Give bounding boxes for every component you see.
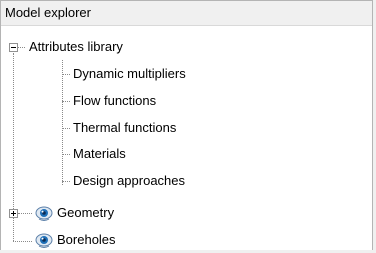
tree-connector [62,128,70,129]
tree-child-line [62,60,63,185]
tree-connector [62,101,70,102]
expand-geometry-toggle[interactable] [9,209,18,218]
visibility-eye-icon[interactable] [35,233,53,249]
tree-item-materials[interactable]: Materials [73,141,126,167]
tree-item-dynamic-multipliers[interactable]: Dynamic multipliers [73,61,186,87]
model-explorer-panel: Model explorer Attributes library Dynami… [0,0,373,250]
tree-item-geometry[interactable]: Geometry [57,200,114,226]
tree-connector [18,213,32,214]
tree-item-boreholes[interactable]: Boreholes [57,227,116,253]
visibility-eye-icon[interactable] [35,206,53,222]
tree-item-thermal-functions[interactable]: Thermal functions [73,115,176,141]
tree-connector [62,74,70,75]
tree-connector [18,47,25,48]
tree-connector [62,181,70,182]
tree-item-flow-functions[interactable]: Flow functions [73,88,156,114]
tree-item-design-approaches[interactable]: Design approaches [73,168,185,194]
model-tree: Attributes library Dynamic multipliers F… [1,26,372,250]
panel-title: Model explorer [1,1,372,26]
tree-connector [62,154,70,155]
collapse-attributes-toggle[interactable] [9,43,18,52]
tree-connector [13,241,32,242]
tree-item-attributes-library[interactable]: Attributes library [29,34,123,60]
